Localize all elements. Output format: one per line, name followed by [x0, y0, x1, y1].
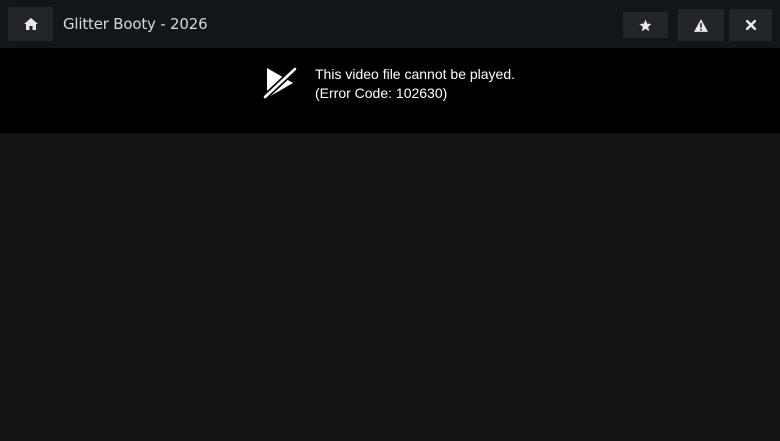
video-error-icon [262, 66, 298, 100]
player-error-message: This video file cannot be played. (Error… [315, 65, 515, 103]
close-icon [745, 20, 756, 30]
close-button[interactable] [729, 9, 772, 41]
home-button[interactable] [8, 7, 53, 41]
error-message-text: This video file cannot be played. [315, 66, 516, 82]
favorite-button[interactable] [623, 12, 668, 38]
page-title: Glitter Booty - 2026 [63, 15, 208, 33]
report-button[interactable] [678, 9, 724, 41]
page-content-area [0, 133, 780, 441]
error-code-text: (Error Code: 102630) [315, 85, 448, 101]
warning-icon [694, 18, 708, 32]
home-icon [23, 18, 38, 30]
star-icon [639, 19, 652, 31]
top-bar: Glitter Booty - 2026 [0, 0, 780, 48]
video-player[interactable]: This video file cannot be played. (Error… [0, 48, 780, 133]
